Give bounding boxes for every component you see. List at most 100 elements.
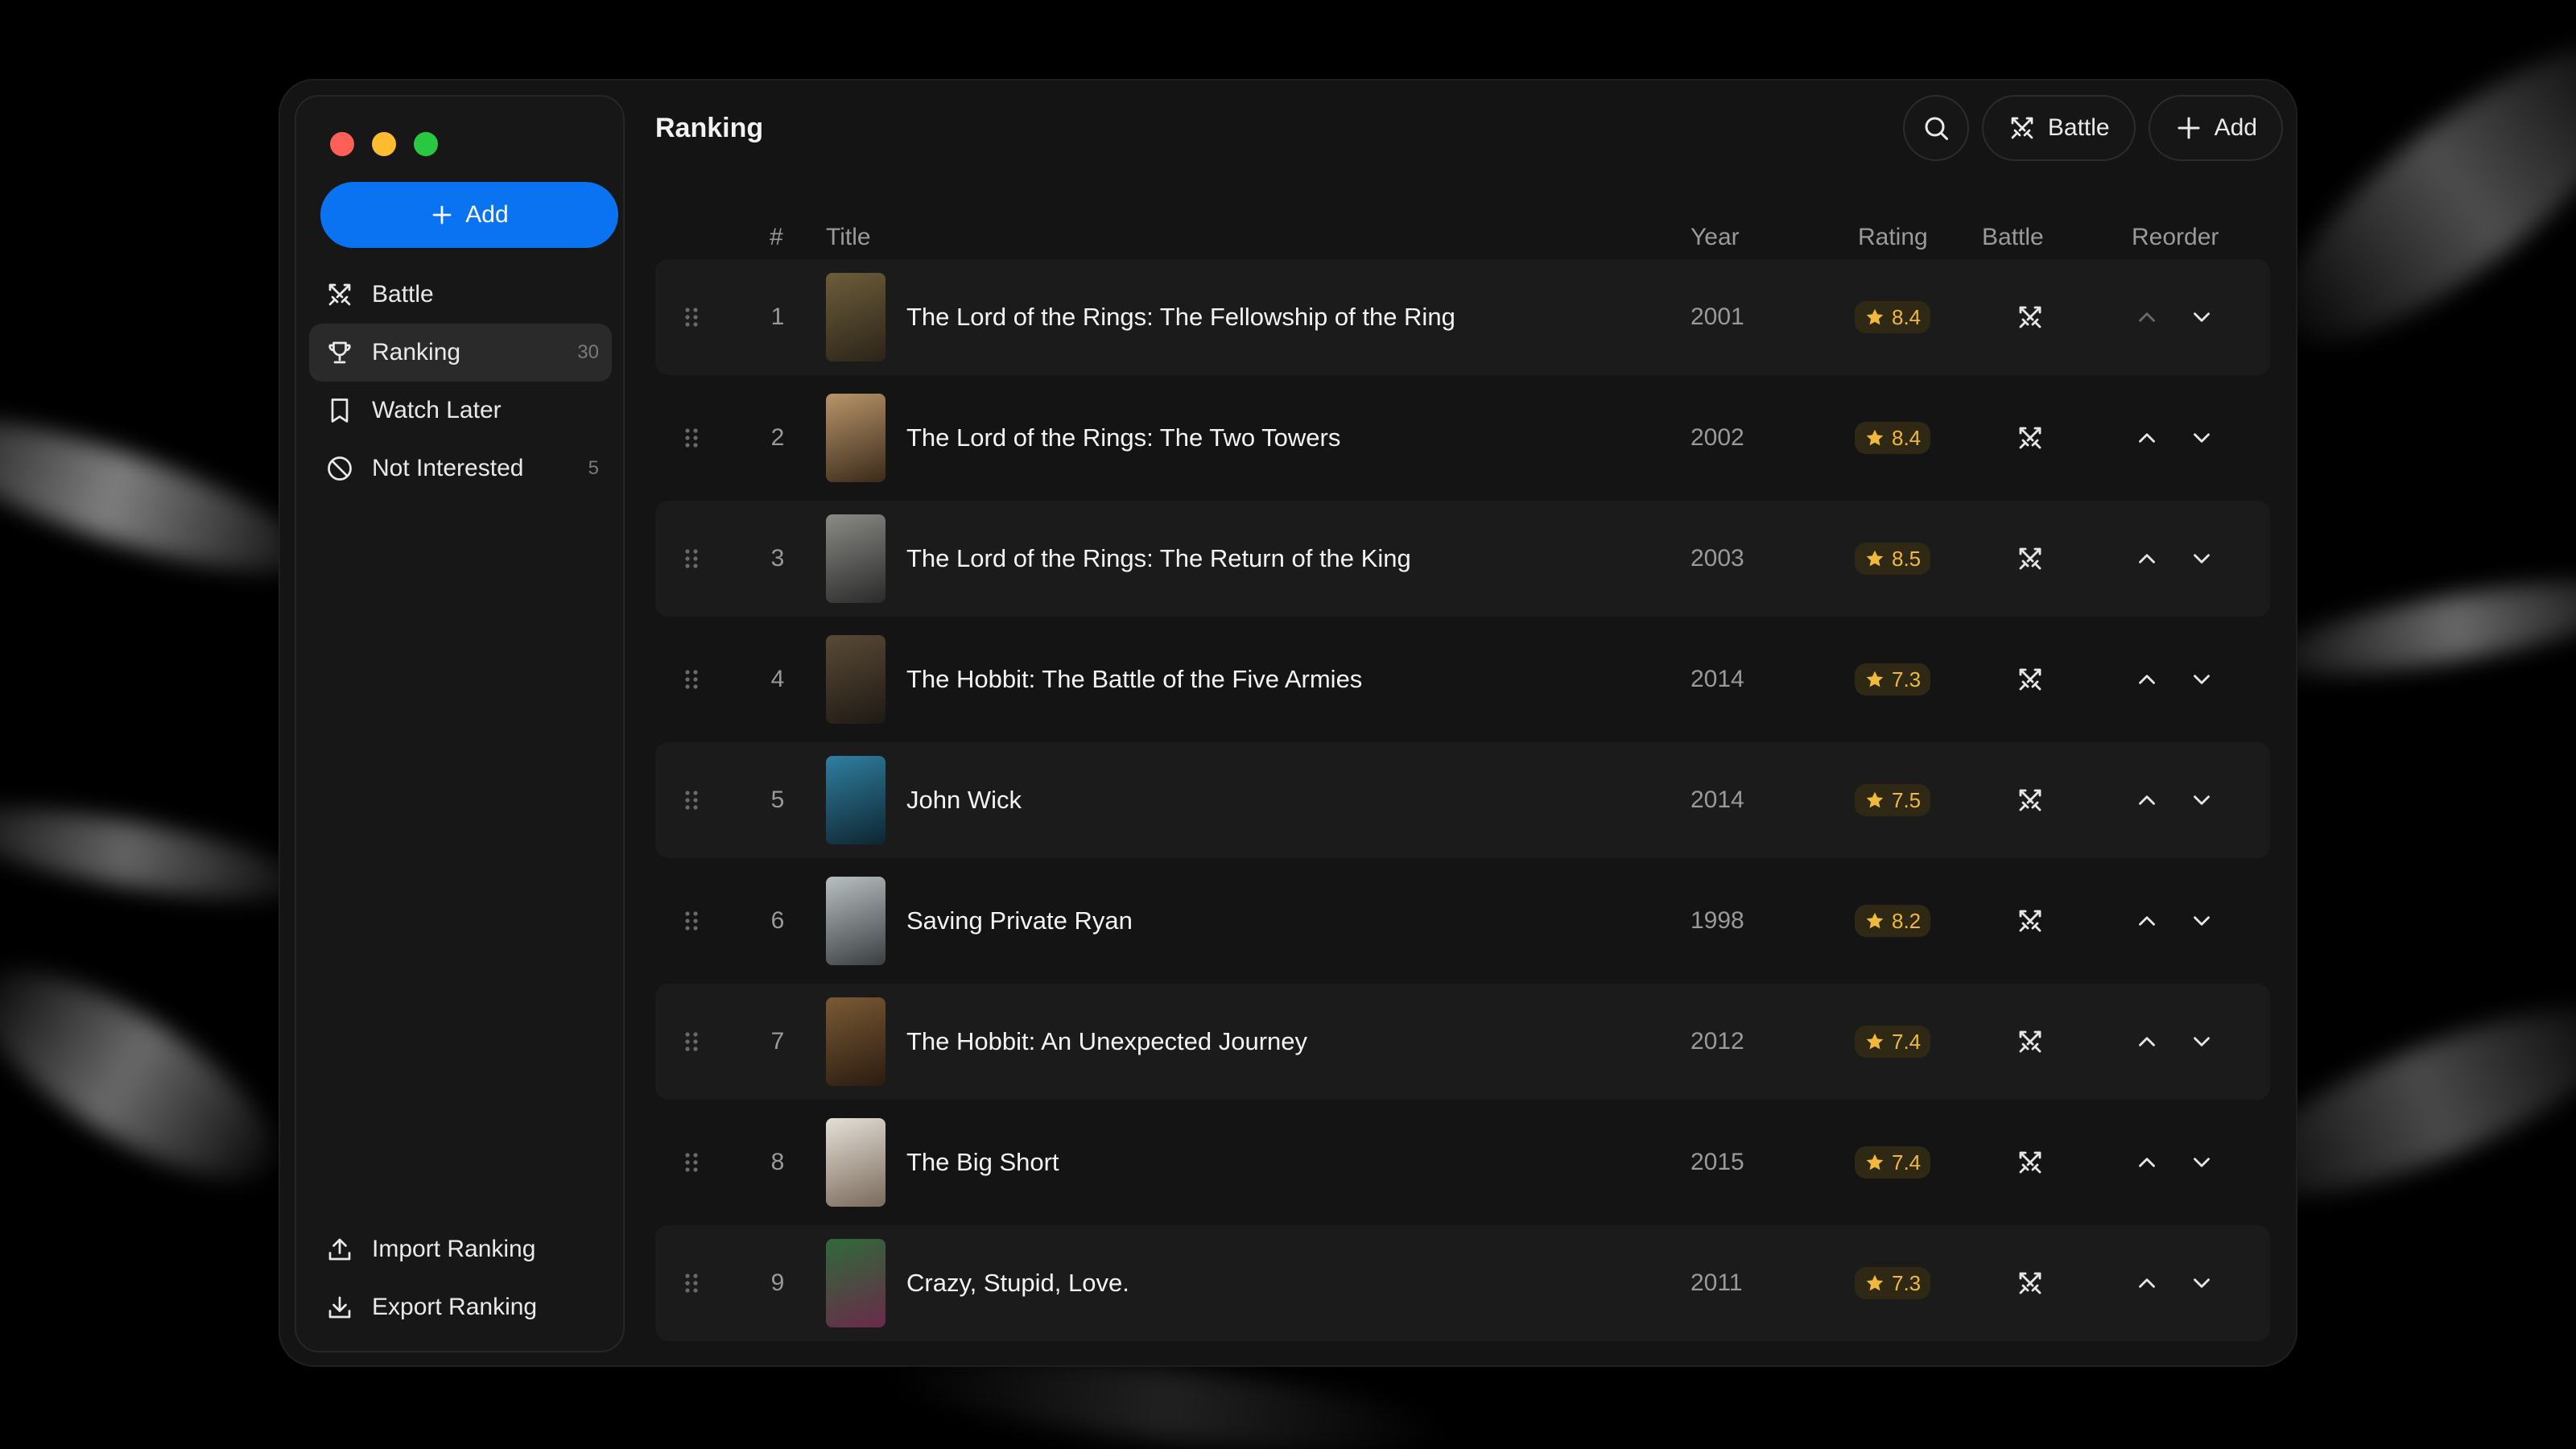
swords-icon[interactable] — [2016, 906, 2045, 935]
page-title: Ranking — [655, 113, 764, 143]
movie-title[interactable]: The Hobbit: An Unexpected Journey — [906, 1027, 1307, 1056]
star-icon — [1866, 308, 1884, 325]
star-icon — [1866, 671, 1884, 687]
table-row[interactable]: 9 Crazy, Stupid, Love. 2011 7.3 — [655, 1225, 2270, 1341]
move-down-button[interactable] — [2188, 1149, 2215, 1176]
column-header-rating[interactable]: Rating — [1858, 224, 1928, 251]
rank-number: 9 — [770, 1269, 785, 1296]
swords-icon[interactable] — [2016, 786, 2045, 815]
table-header: # Title Year Rating Battle Reorder — [655, 214, 2270, 259]
drag-handle-icon[interactable] — [683, 1030, 700, 1053]
sidebar: Add Battle Ranking 30 Watch Later Not In… — [295, 95, 625, 1352]
rating-badge: 7.4 — [1855, 1146, 1931, 1179]
close-window-button[interactable] — [330, 132, 354, 156]
movie-year: 2015 — [1690, 1149, 1744, 1175]
move-down-button[interactable] — [2188, 666, 2215, 693]
add-button[interactable]: Add — [2148, 95, 2283, 161]
column-header-year[interactable]: Year — [1690, 224, 1740, 251]
battle-button-label: Battle — [2047, 114, 2110, 141]
move-up-button[interactable] — [2133, 545, 2161, 572]
star-icon — [1866, 429, 1884, 446]
star-icon — [1866, 1274, 1884, 1291]
table-row[interactable]: 7 The Hobbit: An Unexpected Journey 2012 7.… — [655, 984, 2270, 1100]
movie-title[interactable]: Saving Private Ryan — [906, 906, 1133, 935]
sidebar-item-watch-later[interactable]: Watch Later — [309, 382, 612, 440]
movie-title[interactable]: The Lord of the Rings: The Return of the… — [906, 544, 1411, 573]
rating-badge: 8.5 — [1855, 543, 1931, 575]
drag-handle-icon[interactable] — [683, 910, 700, 932]
movie-title[interactable]: The Lord of the Rings: The Two Towers — [906, 423, 1340, 452]
swords-icon[interactable] — [2016, 1027, 2045, 1056]
move-down-button[interactable] — [2188, 424, 2215, 452]
movie-title[interactable]: The Hobbit: The Battle of the Five Armie… — [906, 665, 1362, 694]
movie-year: 2001 — [1690, 303, 1744, 330]
minimize-window-button[interactable] — [372, 132, 396, 156]
drag-handle-icon[interactable] — [683, 547, 700, 570]
movie-title[interactable]: Crazy, Stupid, Love. — [906, 1269, 1129, 1298]
drag-handle-icon[interactable] — [683, 1151, 700, 1174]
search-button[interactable] — [1902, 95, 1969, 161]
rank-number: 7 — [770, 1028, 785, 1055]
battle-button[interactable]: Battle — [1981, 95, 2136, 161]
table-row[interactable]: 1 The Lord of the Rings: The Fellowship o… — [655, 259, 2270, 375]
swords-icon[interactable] — [2016, 665, 2045, 694]
swords-icon[interactable] — [2016, 303, 2045, 332]
movie-poster — [826, 514, 886, 603]
move-down-button[interactable] — [2188, 1269, 2215, 1297]
move-down-button[interactable] — [2188, 545, 2215, 572]
drag-handle-icon[interactable] — [683, 306, 700, 328]
maximize-window-button[interactable] — [414, 132, 438, 156]
movie-title[interactable]: The Lord of the Rings: The Fellowship of… — [906, 303, 1455, 332]
sidebar-item-label: Battle — [372, 281, 434, 308]
window-controls — [330, 132, 438, 156]
move-down-button[interactable] — [2188, 786, 2215, 814]
movie-poster — [826, 1118, 886, 1207]
swords-icon[interactable] — [2016, 1148, 2045, 1177]
movie-year: 2003 — [1690, 545, 1744, 572]
sidebar-add-label: Add — [465, 201, 509, 228]
star-icon — [1866, 791, 1884, 808]
table-row[interactable]: 6 Saving Private Ryan 1998 8.2 — [655, 863, 2270, 979]
export-ranking-button[interactable]: Export Ranking — [309, 1278, 612, 1336]
sidebar-add-button[interactable]: Add — [320, 182, 618, 248]
drag-handle-icon[interactable] — [683, 427, 700, 449]
movie-year: 1998 — [1690, 907, 1744, 934]
sidebar-item-not-interested[interactable]: Not Interested 5 — [309, 440, 612, 497]
move-down-button[interactable] — [2188, 303, 2215, 331]
import-ranking-button[interactable]: Import Ranking — [309, 1220, 612, 1278]
move-up-button[interactable] — [2133, 666, 2161, 693]
rating-value: 7.3 — [1892, 667, 1922, 691]
move-up-button[interactable] — [2133, 786, 2161, 814]
sidebar-item-battle[interactable]: Battle — [309, 266, 612, 324]
drag-handle-icon[interactable] — [683, 789, 700, 811]
movie-year: 2014 — [1690, 786, 1744, 813]
table-row[interactable]: 8 The Big Short 2015 7.4 — [655, 1104, 2270, 1220]
move-up-button[interactable] — [2133, 303, 2161, 331]
move-up-button[interactable] — [2133, 1149, 2161, 1176]
table-row[interactable]: 3 The Lord of the Rings: The Return of th… — [655, 501, 2270, 617]
table-row[interactable]: 5 John Wick 2014 7.5 — [655, 742, 2270, 858]
movie-poster — [826, 1239, 886, 1327]
drag-handle-icon[interactable] — [683, 1272, 700, 1294]
move-down-button[interactable] — [2188, 907, 2215, 935]
move-up-button[interactable] — [2133, 1269, 2161, 1297]
table-row[interactable]: 2 The Lord of the Rings: The Two Towers 20… — [655, 380, 2270, 496]
move-up-button[interactable] — [2133, 1028, 2161, 1055]
swords-icon[interactable] — [2016, 544, 2045, 573]
move-up-button[interactable] — [2133, 907, 2161, 935]
swords-icon[interactable] — [2016, 423, 2045, 452]
sidebar-item-ranking[interactable]: Ranking 30 — [309, 324, 612, 382]
rating-value: 7.3 — [1892, 1270, 1922, 1295]
rating-value: 8.5 — [1892, 546, 1922, 571]
drag-handle-icon[interactable] — [683, 668, 700, 691]
movie-title[interactable]: John Wick — [906, 786, 1022, 815]
column-header-title[interactable]: Title — [826, 224, 871, 251]
move-up-button[interactable] — [2133, 424, 2161, 452]
swords-icon[interactable] — [2016, 1269, 2045, 1298]
movie-year: 2011 — [1690, 1269, 1743, 1296]
main-content: Ranking Battle Add # Title Year Rating B… — [639, 80, 2296, 1365]
movie-title[interactable]: The Big Short — [906, 1148, 1059, 1177]
move-down-button[interactable] — [2188, 1028, 2215, 1055]
table-row[interactable]: 4 The Hobbit: The Battle of the Five Armi… — [655, 621, 2270, 737]
rating-badge: 7.5 — [1855, 784, 1931, 816]
